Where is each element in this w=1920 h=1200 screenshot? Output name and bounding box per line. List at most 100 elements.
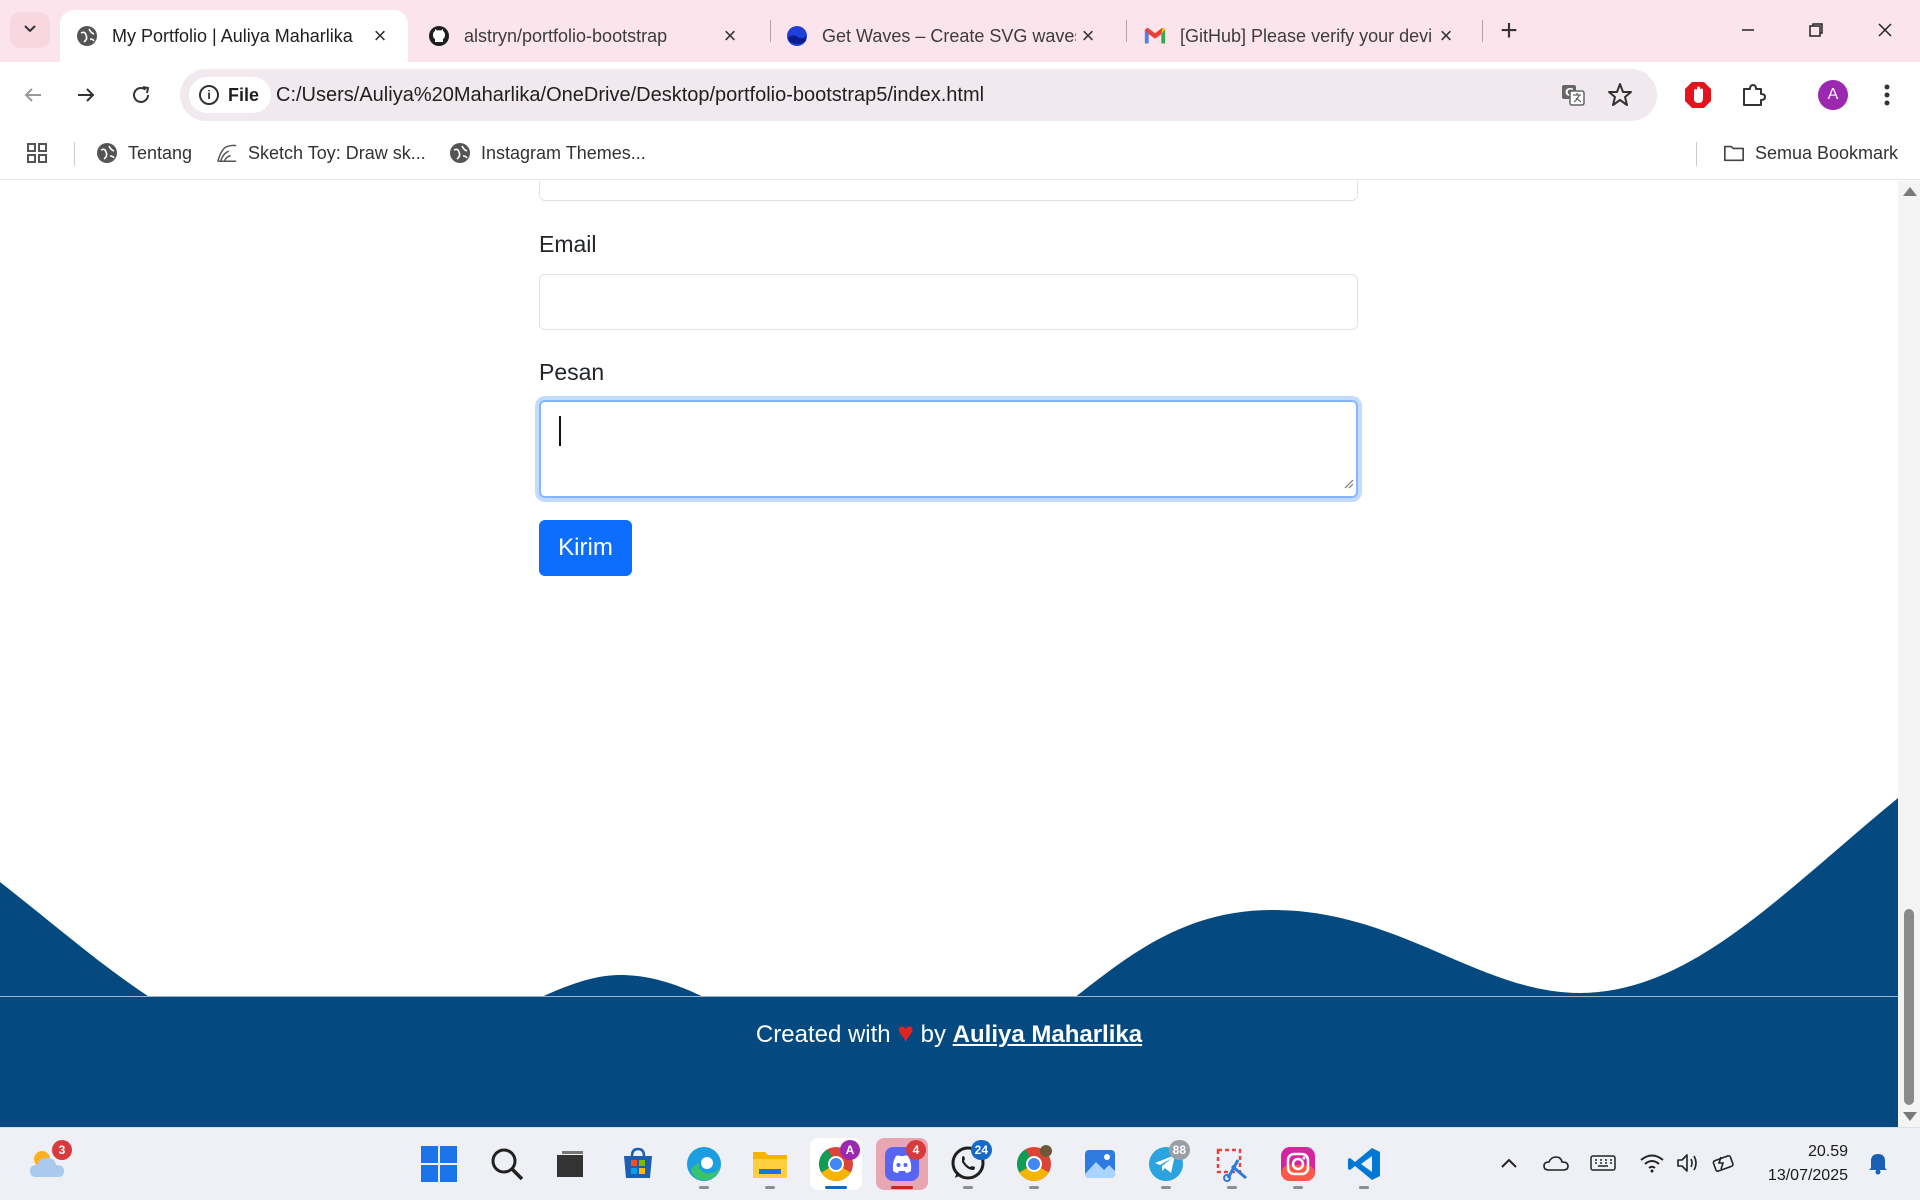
onedrive-icon[interactable] bbox=[1541, 1146, 1571, 1180]
keyboard-icon[interactable] bbox=[1588, 1146, 1618, 1180]
globe-icon bbox=[449, 142, 471, 164]
snipping-tool-icon bbox=[1216, 1148, 1247, 1182]
tab-github-repo[interactable]: alstryn/portfolio-bootstrap × bbox=[412, 10, 758, 62]
bookmark-star-icon[interactable] bbox=[1604, 79, 1636, 111]
bookmark-label: Tentang bbox=[128, 142, 193, 163]
submit-button[interactable]: Kirim bbox=[539, 520, 632, 576]
new-tab-button[interactable]: + bbox=[1492, 14, 1526, 48]
email-label: Email bbox=[539, 231, 597, 257]
minimize-icon bbox=[1742, 29, 1754, 31]
bookmark-instagram-themes[interactable]: Instagram Themes... bbox=[449, 138, 646, 168]
battery-icon[interactable] bbox=[1710, 1146, 1740, 1180]
taskbar-whatsapp[interactable]: 24 bbox=[942, 1138, 994, 1190]
restore-icon bbox=[1809, 23, 1823, 37]
back-button[interactable] bbox=[14, 76, 52, 114]
taskbar-microsoft-store[interactable] bbox=[612, 1138, 664, 1190]
apps-button[interactable] bbox=[26, 138, 58, 168]
info-icon: i bbox=[199, 85, 219, 105]
show-hidden-icons-button[interactable] bbox=[1494, 1146, 1524, 1180]
system-clock[interactable]: 20.59 13/07/2025 bbox=[1752, 1140, 1848, 1188]
bookmark-sketch-toy[interactable]: Sketch Toy: Draw sk... bbox=[216, 138, 426, 168]
bookmarks-bar: Tentang Sketch Toy: Draw sk... Instagram… bbox=[0, 126, 1920, 180]
running-indicator bbox=[1029, 1186, 1039, 1189]
message-label: Pesan bbox=[539, 359, 605, 385]
text-caret bbox=[559, 416, 561, 446]
site-info-chip[interactable]: i File bbox=[189, 77, 272, 113]
tab-get-waves[interactable]: Get Waves – Create SVG waves × bbox=[770, 10, 1116, 62]
bookmark-label: Sketch Toy: Draw sk... bbox=[248, 142, 426, 163]
taskbar-discord[interactable]: 4 bbox=[876, 1138, 928, 1190]
arrow-right-icon bbox=[78, 88, 95, 102]
footer-wave bbox=[0, 798, 1898, 998]
telegram-badge: 88 bbox=[1168, 1140, 1190, 1160]
browser-menu-icon[interactable] bbox=[1868, 76, 1906, 114]
running-indicator bbox=[891, 1186, 913, 1189]
search-icon bbox=[491, 1148, 524, 1181]
tab-search-button[interactable] bbox=[10, 12, 50, 48]
search-button[interactable] bbox=[481, 1138, 533, 1190]
close-tab-icon[interactable]: × bbox=[1434, 23, 1458, 48]
globe-icon bbox=[76, 25, 98, 47]
bookmark-tentang[interactable]: Tentang bbox=[96, 138, 192, 168]
all-bookmarks-button[interactable]: Semua Bookmark bbox=[1723, 138, 1898, 168]
edge-icon bbox=[687, 1147, 721, 1181]
discord-badge: 4 bbox=[906, 1140, 926, 1160]
windows-logo-icon bbox=[421, 1146, 457, 1182]
arrow-left-icon bbox=[24, 88, 41, 102]
start-button[interactable] bbox=[413, 1138, 465, 1190]
restore-button[interactable] bbox=[1793, 8, 1839, 52]
clock-date: 13/07/2025 bbox=[1767, 1167, 1848, 1184]
running-indicator bbox=[1227, 1186, 1237, 1189]
close-tab-icon[interactable]: × bbox=[368, 23, 392, 48]
taskbar-chrome[interactable] bbox=[1008, 1138, 1060, 1190]
author-link[interactable]: Auliya Maharlika bbox=[953, 1021, 1142, 1048]
forward-button[interactable] bbox=[67, 76, 105, 114]
url-text[interactable]: C:/Users/Auliya%20Maharlika/OneDrive/Des… bbox=[276, 69, 984, 121]
tab-title: Get Waves – Create SVG waves bbox=[822, 25, 1076, 46]
bookmark-label: Instagram Themes... bbox=[481, 142, 646, 163]
translate-icon[interactable]: G bbox=[1557, 79, 1589, 111]
taskbar-photos[interactable] bbox=[1074, 1138, 1126, 1190]
reload-button[interactable] bbox=[122, 76, 160, 114]
taskbar-chrome-profile[interactable]: A bbox=[810, 1138, 862, 1190]
close-tab-icon[interactable]: × bbox=[1076, 23, 1100, 48]
task-view-button[interactable] bbox=[544, 1138, 596, 1190]
taskbar-telegram[interactable]: 88 bbox=[1140, 1138, 1192, 1190]
site-info-label: File bbox=[228, 84, 260, 105]
sketch-icon bbox=[216, 142, 238, 164]
taskbar-edge[interactable] bbox=[678, 1138, 730, 1190]
message-textarea[interactable] bbox=[539, 400, 1358, 498]
taskbar-file-explorer[interactable] bbox=[744, 1138, 796, 1190]
email-field[interactable] bbox=[539, 274, 1358, 330]
profile-avatar[interactable]: A bbox=[1818, 80, 1848, 110]
taskbar-snipping-tool[interactable] bbox=[1206, 1138, 1258, 1190]
footer-prefix: Created with bbox=[755, 1021, 891, 1048]
scrollbar-thumb[interactable] bbox=[1904, 909, 1914, 1105]
name-field[interactable] bbox=[539, 181, 1358, 201]
page-scrollbar[interactable] bbox=[1898, 181, 1920, 1127]
volume-icon[interactable] bbox=[1674, 1146, 1704, 1180]
chrome-profile-badge: A bbox=[840, 1140, 860, 1160]
running-indicator bbox=[1161, 1186, 1171, 1189]
weather-widget[interactable]: 3 bbox=[22, 1138, 74, 1190]
close-tab-icon[interactable]: × bbox=[718, 23, 742, 48]
scroll-down-arrow-icon[interactable] bbox=[1903, 1112, 1917, 1121]
tab-github-verify-email[interactable]: [GitHub] Please verify your devi × bbox=[1128, 10, 1474, 62]
plus-icon: + bbox=[1500, 14, 1518, 47]
adblock-extension-icon[interactable] bbox=[1679, 76, 1717, 114]
minimize-button[interactable] bbox=[1725, 8, 1771, 52]
address-bar[interactable]: i File C:/Users/Auliya%20Maharlika/OneDr… bbox=[180, 69, 1657, 121]
running-indicator bbox=[963, 1186, 973, 1189]
running-indicator bbox=[1359, 1186, 1369, 1189]
notification-bell-icon[interactable] bbox=[1863, 1146, 1893, 1180]
windows-taskbar: 3 A 4 24 88 20.59 13/07/2025 bbox=[0, 1127, 1920, 1200]
extensions-icon[interactable] bbox=[1735, 76, 1773, 114]
scroll-up-arrow-icon[interactable] bbox=[1903, 187, 1917, 196]
taskbar-vscode[interactable] bbox=[1338, 1138, 1390, 1190]
wifi-icon[interactable] bbox=[1637, 1146, 1667, 1180]
reload-icon bbox=[133, 86, 150, 103]
taskbar-instagram[interactable] bbox=[1272, 1138, 1324, 1190]
tab-my-portfolio[interactable]: My Portfolio | Auliya Maharlika × bbox=[60, 10, 408, 62]
close-window-button[interactable] bbox=[1862, 8, 1908, 52]
resize-handle-icon[interactable] bbox=[1342, 476, 1354, 494]
